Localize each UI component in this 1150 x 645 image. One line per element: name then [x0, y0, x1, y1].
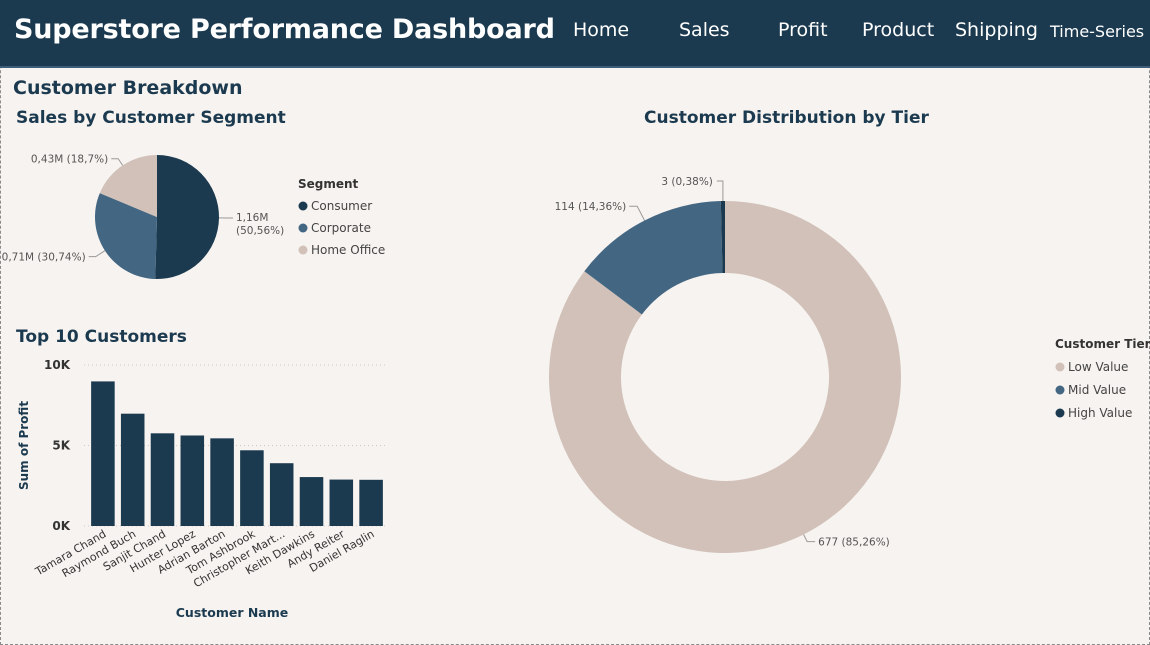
legend-item: Mid Value [1068, 383, 1126, 397]
label-line-mid-value [629, 205, 645, 221]
nav-product[interactable]: Product [862, 19, 934, 41]
nav-shipping[interactable]: Shipping [955, 19, 1038, 41]
bar-5 [210, 438, 234, 526]
legend-marker [1055, 385, 1065, 395]
segment-pie-chart: 1,16M(50,56%) 0,71M (30,74%) 0,43M (18,7%)… [2, 154, 385, 279]
data-label-home-office: 0,43M (18,7%) [31, 154, 108, 166]
label-line-corporate [88, 250, 106, 258]
legend-title: Customer Tier [1055, 337, 1150, 351]
data-label-corporate: 0,71M (30,74%) [2, 252, 86, 264]
y-axis-title: Sum of Profit [17, 401, 31, 490]
data-label-consumer: 1,16M [236, 212, 268, 224]
bar-8 [299, 477, 324, 526]
nav-time-series[interactable]: Time-Series [1050, 22, 1144, 41]
bar-2 [120, 413, 145, 526]
nav-sales[interactable]: Sales [679, 19, 730, 41]
legend-item: Corporate [311, 221, 371, 235]
nav-home[interactable]: Home [573, 19, 629, 41]
dashboard-title: Superstore Performance Dashboard [14, 14, 555, 45]
bar-1 [91, 381, 115, 526]
data-label-consumer-pct: (50,56%) [236, 225, 284, 237]
legend-item: High Value [1068, 406, 1132, 420]
legend-item: Consumer [311, 199, 372, 213]
legend-item: Home Office [311, 243, 385, 257]
slice-consumer [155, 155, 219, 279]
bar-9 [329, 479, 354, 526]
nav-profit[interactable]: Profit [778, 19, 828, 41]
legend-marker [1055, 408, 1065, 418]
legend-marker [298, 223, 308, 233]
data-label-low-value: 677 (85,26%) [818, 537, 890, 549]
bar-10 [359, 479, 383, 526]
legend-marker [298, 245, 308, 255]
label-line-low-value [803, 534, 816, 543]
label-line-high-value [716, 180, 724, 202]
page-heading: Customer Breakdown [13, 77, 243, 99]
tier-chart-title: Customer Distribution by Tier [644, 108, 929, 128]
bar-4 [180, 435, 205, 526]
y-tick-label: 0K [52, 519, 70, 533]
tier-donut-chart: 677 (85,26%) 114 (14,36%) 3 (0,38%) Custome… [549, 176, 1150, 553]
data-label-high-value: 3 (0,38%) [661, 176, 713, 188]
data-label-mid-value: 114 (14,36%) [555, 201, 627, 213]
legend-title: Segment [298, 177, 359, 191]
segment-chart-title: Sales by Customer Segment [16, 108, 286, 128]
x-axis-title: Customer Name [176, 605, 289, 620]
label-line-home-office [111, 158, 124, 166]
y-tick-label: 5K [52, 439, 70, 453]
bar-3 [150, 433, 175, 526]
top-customers-chart-title: Top 10 Customers [16, 327, 187, 347]
legend-marker [298, 201, 308, 211]
legend-marker [1055, 362, 1065, 372]
legend-item: Low Value [1068, 360, 1128, 374]
top-customers-bar-chart: 0K5K10KTamara ChandRaymond BuchSanjit Ch… [17, 358, 386, 620]
y-tick-label: 10K [44, 358, 71, 372]
bar-7 [269, 463, 294, 526]
bar-6 [240, 450, 264, 526]
header-bar: Superstore Performance Dashboard Home Sa… [0, 0, 1150, 68]
